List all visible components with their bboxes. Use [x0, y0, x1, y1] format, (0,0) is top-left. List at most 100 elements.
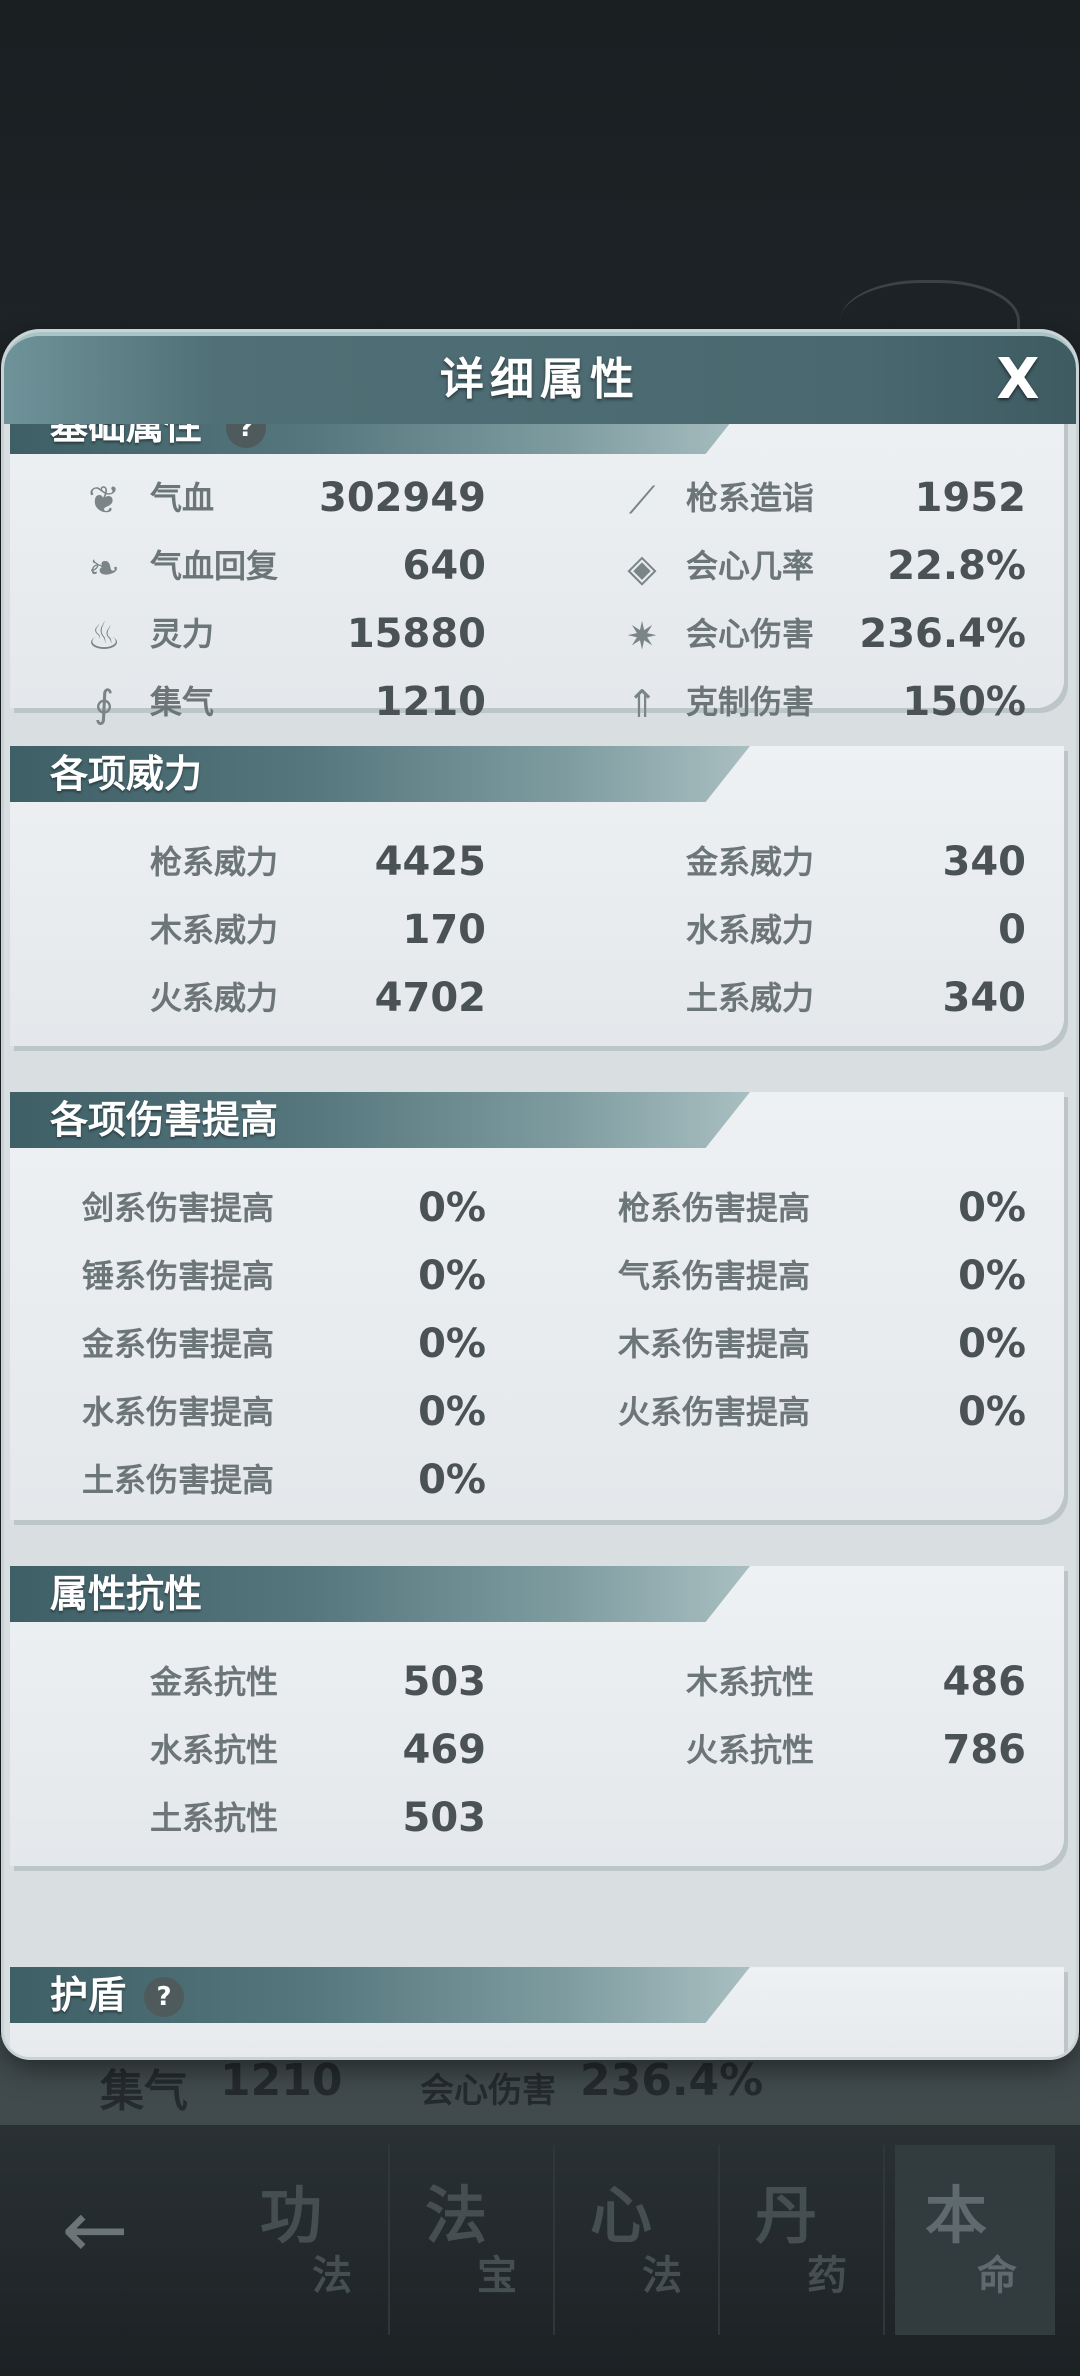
stat-value: 0%	[958, 1321, 1026, 1367]
stat-row: 气系伤害提高 0%	[550, 1246, 1050, 1306]
stat-value: 0%	[418, 1253, 486, 1299]
stat-label: 气血	[150, 479, 215, 517]
stat-value: 236.4%	[859, 611, 1026, 657]
stat-value: 0%	[418, 1321, 486, 1367]
stat-label: 锤系伤害提高	[82, 1257, 275, 1295]
stat-label: 枪系威力	[150, 843, 279, 881]
stat-value: 0%	[958, 1185, 1026, 1231]
stat-row: ✷ 会心伤害 236.4%	[550, 604, 1050, 664]
stat-label: 土系伤害提高	[82, 1461, 275, 1499]
tab-char: 宝	[477, 2253, 517, 2299]
stat-value: 340	[942, 839, 1027, 885]
heart-icon: ❦	[88, 478, 120, 522]
stat-label: 水系威力	[686, 911, 815, 949]
stat-label: 枪系造诣	[686, 479, 815, 517]
stat-row: 锤系伤害提高 0%	[10, 1246, 510, 1306]
tab-benming[interactable]: 本 命	[895, 2145, 1055, 2335]
stat-value: 302949	[319, 475, 486, 521]
stat-row: ∮ 集气 1210	[10, 672, 510, 732]
tab-gongfa[interactable]: 功 法	[230, 2145, 390, 2335]
stat-value: 22.8%	[887, 543, 1026, 589]
spear-icon: ⟋	[628, 478, 656, 522]
background-stat-label-2: 会心伤害	[420, 2071, 556, 2111]
stat-row: ⇑ 克制伤害 150%	[550, 672, 1050, 732]
stat-label: 会心伤害	[686, 615, 815, 653]
stat-value: 1210	[374, 679, 486, 725]
stat-value: 4425	[374, 839, 486, 885]
tab-fabao[interactable]: 法 宝	[395, 2145, 555, 2335]
stat-value: 0	[998, 907, 1026, 953]
attributes-scroll-area[interactable]: 基础属性 ? ❦ 气血 302949 ❧ 气血回复 640 ♨ 灵力 15880…	[4, 424, 1076, 2057]
tab-xinfa[interactable]: 心 法	[560, 2145, 720, 2335]
tab-char: 命	[977, 2253, 1017, 2299]
stat-label: 水系抗性	[150, 1731, 279, 1769]
stat-label: 金系抗性	[150, 1663, 279, 1701]
section-title: 属性抗性	[50, 1572, 203, 1616]
stat-value: 0%	[958, 1389, 1026, 1435]
stat-label: 土系抗性	[150, 1799, 279, 1837]
panel-title: 详细属性	[440, 354, 640, 405]
stat-row: 金系伤害提高 0%	[10, 1314, 510, 1374]
flame-drop-icon: ♨	[86, 614, 122, 658]
stat-value: 340	[942, 975, 1027, 1021]
stat-value: 786	[942, 1727, 1027, 1773]
stat-label: 金系威力	[686, 843, 815, 881]
tab-char: 丹	[755, 2179, 818, 2252]
section-title: 各项伤害提高	[50, 1098, 279, 1142]
stat-label: 集气	[150, 683, 215, 721]
stat-label: 金系伤害提高	[82, 1325, 275, 1363]
stat-row: ◈ 会心几率 22.8%	[550, 536, 1050, 596]
stat-row: 水系威力 0	[550, 900, 1050, 960]
section-resistance: 属性抗性 金系抗性 503 水系抗性 469 土系抗性 503 木系抗性 486…	[10, 1566, 1064, 1866]
stat-value: 4702	[374, 975, 486, 1021]
stat-value: 640	[402, 543, 487, 589]
back-arrow-icon[interactable]: ←	[40, 2175, 150, 2285]
close-button[interactable]: X	[982, 344, 1054, 416]
stat-row: 水系抗性 469	[10, 1720, 510, 1780]
stat-label: 火系抗性	[686, 1731, 815, 1769]
tab-char: 法	[642, 2253, 682, 2299]
stat-label: 会心几率	[686, 547, 815, 585]
swirl-icon: ∮	[94, 682, 114, 726]
tab-danyao[interactable]: 丹 药	[725, 2145, 885, 2335]
tab-char: 法	[425, 2179, 488, 2252]
stat-row: 水系伤害提高 0%	[10, 1382, 510, 1442]
stat-row: 火系威力 4702	[10, 968, 510, 1028]
section-damage-increase: 各项伤害提高 剑系伤害提高 0% 锤系伤害提高 0% 金系伤害提高 0% 水系伤…	[10, 1092, 1064, 1520]
stat-value: 0%	[418, 1457, 486, 1503]
stat-row: ❦ 气血 302949	[10, 468, 510, 528]
panel-titlebar: 详细属性 X	[4, 332, 1076, 424]
background-stat-value-2: 236.4%	[580, 2055, 764, 2106]
stat-row: 金系抗性 503	[10, 1652, 510, 1712]
detailed-attributes-panel: 详细属性 X 基础属性 ? ❦ 气血 302949 ❧ 气血回复 640 ♨ 灵…	[4, 332, 1076, 2057]
stat-label: 灵力	[150, 615, 215, 653]
section-title: 护盾	[50, 1973, 127, 2017]
stat-label: 木系伤害提高	[618, 1325, 811, 1363]
tab-char: 本	[925, 2179, 988, 2252]
stat-row: 木系威力 170	[10, 900, 510, 960]
stat-label: 气系伤害提高	[618, 1257, 811, 1295]
stat-row: 剑系伤害提高 0%	[10, 1178, 510, 1238]
stat-row: 火系抗性 786	[550, 1720, 1050, 1780]
tab-char: 心	[590, 2179, 653, 2252]
background-stat-value: 1210	[220, 2055, 343, 2106]
stat-value: 15880	[346, 611, 486, 657]
section-power: 各项威力 枪系威力 4425 木系威力 170 火系威力 4702 金系威力 3…	[10, 746, 1064, 1046]
help-icon[interactable]: ?	[144, 1977, 184, 2017]
stat-value: 0%	[418, 1185, 486, 1231]
stat-label: 木系威力	[150, 911, 279, 949]
section-title: 基础属性	[50, 424, 203, 448]
stat-row: 火系伤害提高 0%	[550, 1382, 1050, 1442]
stat-row: 土系伤害提高 0%	[10, 1450, 510, 1510]
tab-char: 法	[312, 2253, 352, 2299]
stat-label: 火系威力	[150, 979, 279, 1017]
stat-label: 木系抗性	[686, 1663, 815, 1701]
stat-value: 503	[402, 1795, 487, 1841]
stat-value: 0%	[958, 1253, 1026, 1299]
arrow-up-icon: ⇑	[626, 682, 658, 726]
stat-row: 枪系伤害提高 0%	[550, 1178, 1050, 1238]
tab-char: 功	[260, 2179, 323, 2252]
burst-icon: ✷	[626, 614, 658, 658]
stat-row: 土系威力 340	[550, 968, 1050, 1028]
stat-label: 火系伤害提高	[618, 1393, 811, 1431]
